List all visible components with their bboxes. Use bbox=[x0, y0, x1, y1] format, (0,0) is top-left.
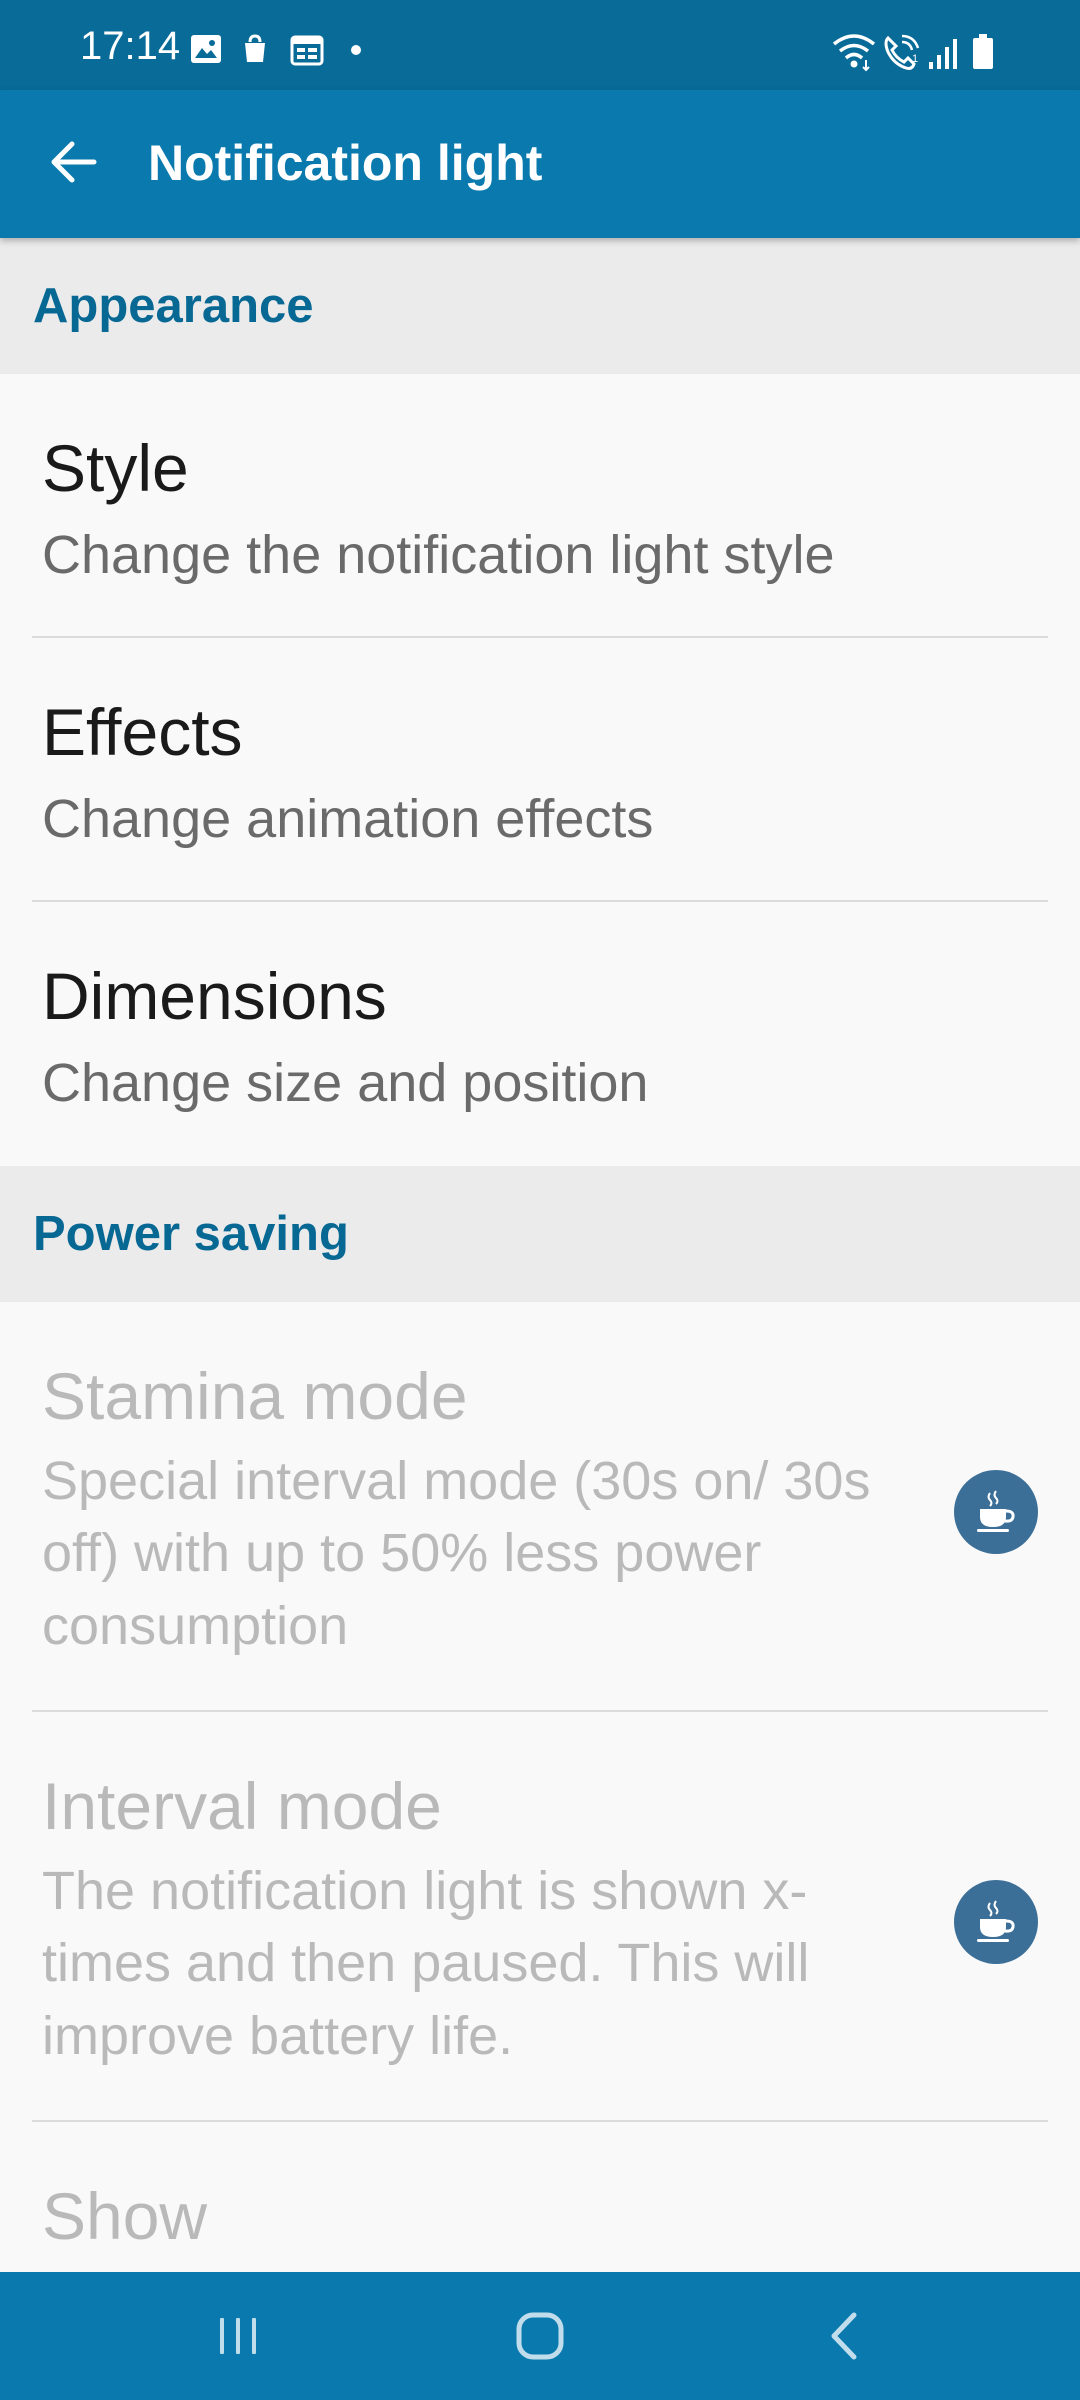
status-time: 17:14 bbox=[80, 24, 181, 68]
pref-title: Style bbox=[42, 431, 189, 505]
app-bar: Notification light bbox=[0, 90, 1080, 238]
navigation-bar bbox=[0, 2272, 1080, 2400]
status-system-icons: 1 bbox=[832, 32, 1002, 72]
coffee-cup-icon bbox=[977, 1900, 1015, 1942]
pref-title: Stamina mode bbox=[42, 1359, 468, 1433]
back-button[interactable] bbox=[38, 126, 110, 198]
pro-badge[interactable] bbox=[954, 1470, 1038, 1554]
wifi-icon bbox=[832, 34, 876, 72]
pref-show[interactable]: Show bbox=[0, 2122, 1080, 2272]
home-icon bbox=[516, 2312, 564, 2360]
svg-text:1: 1 bbox=[912, 53, 918, 65]
recents-icon bbox=[220, 2318, 256, 2354]
pref-interval-mode[interactable]: Interval mode The notification light is … bbox=[0, 1712, 1080, 2122]
section-header-power-saving: Power saving bbox=[0, 1166, 1080, 1302]
pref-title: Effects bbox=[42, 695, 243, 769]
section-title: Power saving bbox=[33, 1207, 349, 1261]
pref-dimensions[interactable]: Dimensions Change size and position bbox=[0, 902, 1080, 1166]
section-title: Appearance bbox=[33, 279, 314, 333]
bag-icon bbox=[245, 34, 265, 62]
screen: 17:14 1 Notification light Appearance St… bbox=[0, 0, 1080, 2400]
calendar-icon bbox=[290, 35, 324, 66]
back-icon bbox=[831, 2312, 857, 2360]
pref-summary: Change size and position bbox=[42, 1052, 649, 1113]
pref-stamina-mode[interactable]: Stamina mode Special interval mode (30s … bbox=[0, 1302, 1080, 1712]
page-title: Notification light bbox=[148, 135, 543, 191]
battery-icon bbox=[973, 34, 993, 69]
home-button[interactable] bbox=[480, 2296, 600, 2376]
pref-summary: Change animation effects bbox=[42, 788, 654, 849]
section-header-appearance: Appearance bbox=[0, 238, 1080, 374]
pref-title: Dimensions bbox=[42, 959, 387, 1033]
dot-icon bbox=[351, 45, 361, 55]
pref-effects[interactable]: Effects Change animation effects bbox=[0, 638, 1080, 902]
pref-style[interactable]: Style Change the notification light styl… bbox=[0, 374, 1080, 638]
pref-summary: Change the notification light style bbox=[42, 524, 835, 585]
arrow-left-icon bbox=[51, 141, 97, 183]
coffee-cup-icon bbox=[977, 1490, 1015, 1532]
status-bar: 17:14 1 bbox=[0, 0, 1080, 90]
pro-badge[interactable] bbox=[954, 1880, 1038, 1964]
settings-list[interactable]: Appearance Style Change the notification… bbox=[0, 238, 1080, 2272]
recents-button[interactable] bbox=[178, 2296, 298, 2376]
nav-back-button[interactable] bbox=[784, 2296, 904, 2376]
pref-summary: Special interval mode (30s on/ 30s off) … bbox=[42, 1450, 871, 1657]
pref-title: Interval mode bbox=[42, 1769, 442, 1843]
gallery-icon bbox=[191, 35, 221, 63]
pref-title: Show bbox=[42, 2179, 208, 2253]
pref-summary: The notification light is shown x-times … bbox=[42, 1860, 810, 2067]
wifi-call-icon: 1 bbox=[884, 34, 920, 70]
signal-icon bbox=[929, 39, 957, 69]
